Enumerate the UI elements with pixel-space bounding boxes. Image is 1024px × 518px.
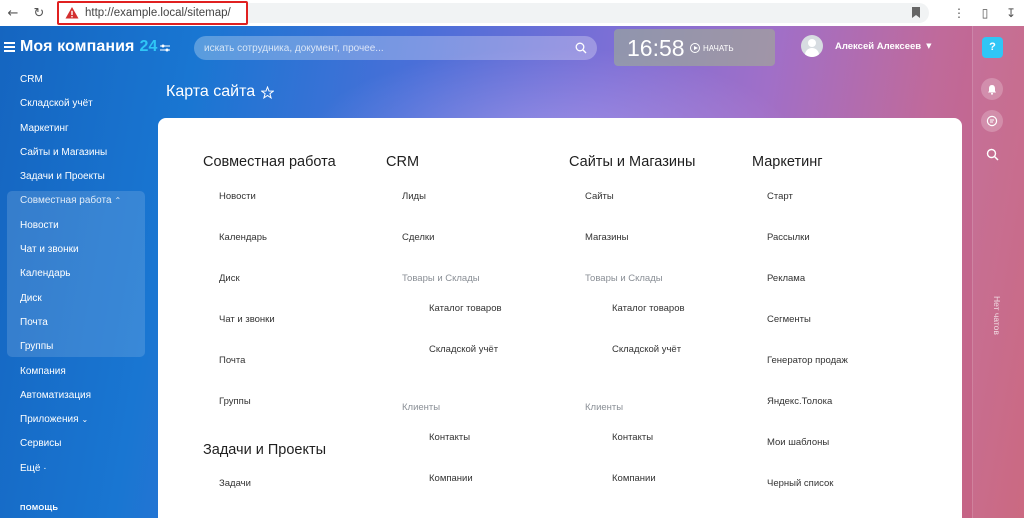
brand-name: Моя компания	[20, 38, 135, 55]
menu-item-services[interactable]: Сервисы	[0, 432, 150, 456]
help-link[interactable]: ПОМОЩЬ	[20, 503, 58, 512]
section-title-collaboration: Совместная работа	[203, 154, 336, 170]
menu-item-calendar[interactable]: Календарь	[0, 262, 150, 286]
settings-sliders-icon[interactable]	[160, 43, 170, 53]
menu-item-apps[interactable]: Приложения ⌄	[0, 408, 150, 432]
warning-icon	[65, 7, 79, 19]
menu-item-warehouse[interactable]: Складской учёт	[0, 92, 150, 116]
search-input[interactable]	[204, 42, 564, 54]
sitemap-link-catalog[interactable]: Каталог товаров	[429, 303, 502, 314]
start-label: НАЧАТЬ	[703, 43, 734, 53]
section-title-crm: CRM	[386, 154, 420, 170]
user-menu[interactable]: Алексей Алексеев ▼	[801, 35, 932, 57]
menu-item-crm[interactable]: CRM	[0, 68, 150, 92]
reload-icon[interactable]: ↻	[26, 0, 52, 26]
sitemap-link-segments[interactable]: Сегменты	[767, 314, 811, 325]
section-title-sites: Сайты и Магазины	[569, 154, 696, 170]
right-rail	[972, 26, 1024, 518]
menu-item-more[interactable]: Ещё ·	[0, 457, 150, 481]
extensions-icon[interactable]: ▯	[972, 6, 998, 20]
menu-item-groups[interactable]: Группы	[0, 335, 150, 359]
sitemap-link-contacts[interactable]: Контакты	[612, 432, 653, 443]
search-bar[interactable]	[194, 36, 597, 60]
sitemap-link-blacklist[interactable]: Черный список	[767, 478, 833, 489]
chevron-down-icon: ⌄	[81, 415, 89, 425]
sitemap-link-sites[interactable]: Сайты	[585, 191, 614, 202]
menu-item-disk[interactable]: Диск	[0, 287, 150, 311]
chevron-up-icon: ⌃	[114, 196, 122, 206]
section-title-tasks: Задачи и Проекты	[203, 442, 327, 458]
work-time-widget[interactable]: 16:58 НАЧАТЬ	[614, 29, 775, 66]
menu-item-apps-label: Приложения	[20, 414, 79, 426]
sitemap-link-companies[interactable]: Компании	[612, 473, 656, 484]
sitemap-link-start[interactable]: Старт	[767, 191, 793, 202]
sitemap-link-calendar[interactable]: Календарь	[219, 232, 267, 243]
url-text: http://example.local/sitemap/	[85, 7, 231, 19]
back-icon[interactable]: ←	[0, 0, 26, 26]
menu-toggle-icon[interactable]	[4, 42, 15, 52]
menu-group-collaboration[interactable]: Совместная работа ⌃	[0, 189, 150, 213]
sitemap-link-companies[interactable]: Компании	[429, 473, 473, 484]
sitemap-link-ads[interactable]: Реклама	[767, 273, 805, 284]
sitemap-subsection-clients: Клиенты	[585, 402, 624, 413]
sitemap-link-news[interactable]: Новости	[219, 191, 256, 202]
sitemap-link-sales-generator[interactable]: Генератор продаж	[767, 355, 848, 366]
sitemap-subsection-clients: Клиенты	[402, 402, 441, 413]
sitemap-link-mail[interactable]: Почта	[219, 355, 245, 366]
sitemap-link-mailings[interactable]: Рассылки	[767, 232, 810, 243]
help-button[interactable]: ?	[982, 37, 1003, 58]
url-highlight[interactable]: http://example.local/sitemap/	[57, 1, 248, 25]
sitemap-link-contacts[interactable]: Контакты	[429, 432, 470, 443]
sitemap-link-catalog[interactable]: Каталог товаров	[612, 303, 685, 314]
clock-time: 16:58	[627, 35, 685, 61]
chat-button[interactable]	[981, 110, 1003, 132]
menu-item-tasks[interactable]: Задачи и Проекты	[0, 165, 150, 189]
menu-item-company[interactable]: Компания	[0, 360, 150, 384]
sitemap-card: Совместная работа Новости Календарь Диск…	[158, 118, 962, 518]
avatar	[801, 35, 823, 57]
sitemap-link-tasks[interactable]: Задачи	[219, 478, 251, 489]
no-chats-label: Нет чатов	[992, 296, 1002, 335]
sitemap-subsection-goods: Товары и Склады	[585, 273, 663, 284]
search-icon[interactable]	[575, 42, 587, 54]
sitemap-link-groups[interactable]: Группы	[219, 396, 251, 407]
app-shell: Моя компания24 16:58 НАЧАТЬ Алексей Алек…	[0, 26, 1024, 518]
play-icon	[690, 43, 700, 53]
menu-item-marketing[interactable]: Маркетинг	[0, 117, 150, 141]
sitemap-link-leads[interactable]: Лиды	[402, 191, 426, 202]
sitemap-link-stock[interactable]: Складской учёт	[612, 344, 681, 355]
sitemap-link-shops[interactable]: Магазины	[585, 232, 628, 243]
menu-item-chat[interactable]: Чат и звонки	[0, 238, 150, 262]
brand-number: 24	[139, 38, 158, 55]
left-menu: CRM Складской учёт Маркетинг Сайты и Маг…	[0, 68, 150, 481]
menu-item-automation[interactable]: Автоматизация	[0, 384, 150, 408]
chevron-down-icon: ▼	[926, 42, 932, 50]
menu-item-news[interactable]: Новости	[0, 214, 150, 238]
sitemap-subsection-goods: Товары и Склады	[402, 273, 480, 284]
menu-item-sites[interactable]: Сайты и Магазины	[0, 141, 150, 165]
brand-logo[interactable]: Моя компания 24	[20, 38, 157, 56]
sitemap-link-my-templates[interactable]: Мои шаблоны	[767, 437, 829, 448]
menu-item-mail[interactable]: Почта	[0, 311, 150, 335]
start-workday-button[interactable]: НАЧАТЬ	[690, 43, 734, 53]
browser-toolbar: ← ↻ http://example.local/sitemap/ ⋮ ▯ ↧	[0, 0, 1024, 26]
more-menu-icon[interactable]: ⋮	[946, 6, 972, 20]
menu-group-label: Совместная работа	[20, 195, 112, 207]
bell-icon	[988, 84, 996, 95]
star-icon[interactable]	[261, 85, 275, 99]
user-name: Алексей Алексеев	[835, 40, 922, 52]
sitemap-link-stock[interactable]: Складской учёт	[429, 344, 498, 355]
chat-icon	[986, 115, 998, 127]
page-title: Карта сайта	[166, 83, 275, 101]
sitemap-link-disk[interactable]: Диск	[219, 273, 240, 284]
notifications-button[interactable]	[981, 78, 1003, 100]
sitemap-link-deals[interactable]: Сделки	[402, 232, 434, 243]
sitemap-link-yandex-toloka[interactable]: Яндекс.Толока	[767, 396, 832, 407]
page-title-text: Карта сайта	[166, 83, 256, 100]
sitemap-link-chat[interactable]: Чат и звонки	[219, 314, 275, 325]
section-title-marketing: Маркетинг	[752, 154, 823, 170]
rail-search-icon[interactable]	[986, 148, 999, 161]
download-icon[interactable]: ↧	[998, 6, 1024, 20]
bookmark-icon[interactable]	[911, 6, 921, 19]
